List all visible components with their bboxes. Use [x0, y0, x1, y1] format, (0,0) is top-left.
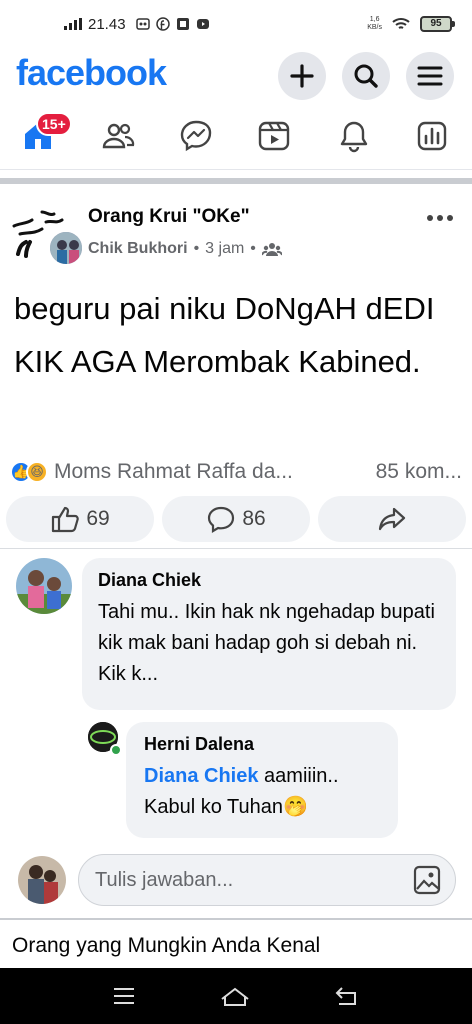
status-time: 21.43 — [88, 15, 126, 33]
reply-placeholder: Tulis jawaban... — [95, 868, 234, 891]
comment-author[interactable]: Diana Chiek — [98, 570, 440, 591]
post-body: beguru pai niku DoNgAH dEDI KIK AGA Mero… — [14, 291, 435, 379]
status-icons — [135, 17, 210, 31]
hamburger-icon — [417, 66, 443, 86]
commenter-avatar[interactable] — [16, 558, 72, 614]
net-speed: 1,6 KB/s — [367, 16, 382, 31]
app-header: facebook — [0, 48, 472, 104]
online-status-dot — [110, 744, 122, 756]
tab-messenger[interactable] — [176, 116, 216, 156]
reply-text-2: Kabul ko Tuhan — [144, 796, 283, 818]
tab-notifications[interactable] — [334, 116, 374, 156]
tab-home[interactable]: 15+ — [18, 112, 72, 156]
group-privacy-icon — [261, 243, 282, 256]
bell-icon — [340, 121, 368, 153]
cloud-icon — [135, 18, 150, 30]
facebook-logo[interactable]: facebook — [16, 52, 167, 94]
post-meta: Chik Bukhori • 3 jam • — [88, 240, 282, 258]
section-divider — [0, 918, 472, 920]
post-header: Orang Krui "OKe" Chik Bukhori • 3 jam • — [0, 196, 472, 272]
friends-icon — [102, 123, 135, 149]
comment-btn-count: 86 — [242, 507, 266, 530]
tab-friends[interactable] — [98, 116, 138, 156]
meta-dot: • — [193, 240, 200, 257]
signal-icon — [64, 18, 82, 30]
status-right: 1,6 KB/s 95 — [367, 16, 455, 32]
tab-dashboard[interactable] — [412, 116, 452, 156]
haha-reaction-icon: 😆 — [26, 461, 48, 483]
more-options-icon[interactable] — [422, 210, 458, 226]
commenter-photo — [16, 558, 72, 614]
group-name[interactable]: Orang Krui "OKe" — [88, 206, 250, 228]
like-count: 69 — [86, 507, 110, 530]
reply-author[interactable]: Herni Dalena — [144, 734, 380, 755]
facebook-notif-icon — [155, 17, 170, 31]
notif-badge: 15+ — [36, 112, 72, 136]
video-icon — [258, 121, 290, 151]
reply-bubble[interactable]: Herni Dalena Diana Chiek aamiiin.. Kabul … — [126, 722, 398, 838]
post-author[interactable]: Chik Bukhori — [88, 240, 188, 258]
comment-icon — [208, 506, 235, 533]
create-button[interactable] — [278, 52, 326, 100]
meta-dot: • — [250, 240, 256, 257]
dashboard-icon — [417, 121, 447, 151]
system-nav-bar — [0, 968, 472, 1024]
tab-bar: 15+ — [0, 108, 472, 170]
feed-divider — [0, 178, 472, 184]
photo-icon[interactable] — [413, 865, 441, 895]
reply-text: Diana Chiek aamiiin.. Kabul ko Tuhan🤭 — [144, 761, 380, 823]
plus-icon — [290, 64, 314, 88]
search-icon — [354, 64, 378, 88]
messenger-icon — [180, 120, 212, 152]
wifi-icon — [392, 18, 410, 29]
comment-bubble[interactable]: Diana Chiek Tahi mu.. Ikin hak nk ngehad… — [82, 558, 456, 710]
menu-button[interactable] — [406, 52, 454, 100]
youtube-icon — [196, 19, 209, 29]
people-you-may-know-title: Orang yang Mungkin Anda Kenal — [12, 934, 321, 957]
screen: 21.43 1,6 KB/s 95 facebook 15+ Orang Kru… — [0, 0, 472, 1024]
like-button[interactable]: 69 — [6, 496, 154, 542]
share-button[interactable] — [318, 496, 466, 542]
back-icon[interactable] — [334, 985, 360, 1007]
comments-divider — [0, 548, 472, 549]
reply-input[interactable]: Tulis jawaban... — [78, 854, 456, 906]
recent-apps-icon[interactable] — [112, 986, 136, 1006]
comment-text: Tahi mu.. Ikin hak nk ngehadap bupati ki… — [98, 601, 435, 685]
post-time[interactable]: 3 jam — [205, 240, 244, 258]
comment-button[interactable]: 86 — [162, 496, 310, 542]
status-bar: 21.43 1,6 KB/s 95 — [0, 0, 472, 48]
my-photo — [18, 856, 66, 904]
my-avatar[interactable] — [18, 856, 66, 904]
search-button[interactable] — [342, 52, 390, 100]
reaction-names[interactable]: Moms Rahmat Raffa da... — [54, 460, 293, 484]
mention-link[interactable]: Diana Chiek — [144, 765, 258, 787]
author-avatar[interactable] — [48, 230, 84, 266]
reply-emoji: 🤭 — [283, 796, 308, 818]
thumbs-up-icon — [52, 506, 80, 533]
app-notif-icon — [176, 18, 189, 30]
share-icon — [378, 507, 406, 531]
comment-count[interactable]: 85 kom... — [376, 460, 462, 484]
reply-text-1: aamiiin.. — [258, 765, 339, 787]
post-actions: 69 86 — [6, 496, 466, 542]
tab-video[interactable] — [254, 116, 294, 156]
reaction-summary[interactable]: 👍 😆 Moms Rahmat Raffa da... 85 kom... — [10, 457, 462, 487]
home-nav-icon[interactable] — [219, 985, 251, 1007]
battery-indicator: 95 — [420, 16, 455, 32]
